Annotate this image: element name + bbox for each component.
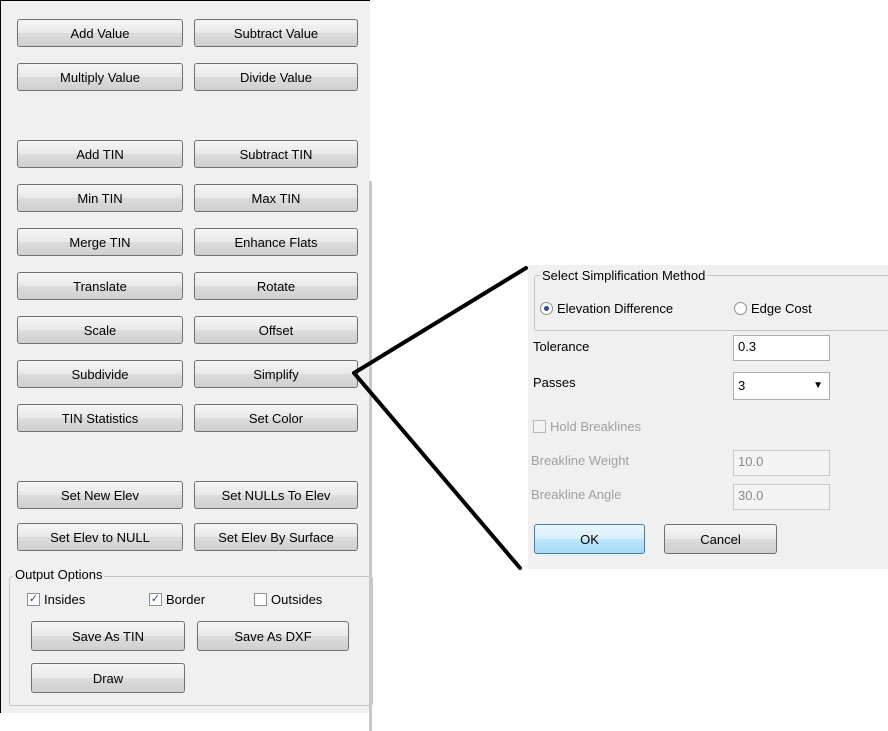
edge-cost-label: Edge Cost xyxy=(751,301,812,316)
hold-breaklines-label: Hold Breaklines xyxy=(550,419,642,434)
tolerance-input[interactable]: 0.3 xyxy=(733,335,830,361)
callout-line-bottom xyxy=(352,371,522,570)
chevron-down-icon: ▼ xyxy=(813,380,823,391)
breakline-weight-input[interactable]: 10.0 xyxy=(733,450,830,476)
passes-value: 3 xyxy=(738,378,746,393)
simplification-method-title: Select Simplification Method xyxy=(540,268,708,283)
ok-button[interactable]: OK xyxy=(534,524,645,554)
passes-label: Passes xyxy=(533,375,576,390)
passes-dropdown[interactable]: 3 ▼ xyxy=(733,372,830,400)
edge-cost-radio[interactable]: Edge Cost xyxy=(734,301,812,316)
elevation-difference-radio[interactable]: Elevation Difference xyxy=(540,301,673,316)
cancel-button[interactable]: Cancel xyxy=(664,524,777,554)
radio-unselected-icon xyxy=(734,302,747,315)
simplify-options-dialog: Select Simplification Method Elevation D… xyxy=(528,265,888,569)
breakline-angle-input[interactable]: 30.0 xyxy=(733,484,830,510)
elevation-difference-label: Elevation Difference xyxy=(557,301,674,316)
hold-breaklines-box xyxy=(533,420,546,433)
breakline-angle-label: Breakline Angle xyxy=(531,487,622,502)
breakline-weight-label: Breakline Weight xyxy=(531,453,630,468)
radio-selected-icon xyxy=(540,302,553,315)
callout-line-top xyxy=(352,266,528,375)
hold-breaklines-checkbox[interactable]: Hold Breaklines xyxy=(533,419,641,434)
tolerance-label: Tolerance xyxy=(533,339,590,354)
